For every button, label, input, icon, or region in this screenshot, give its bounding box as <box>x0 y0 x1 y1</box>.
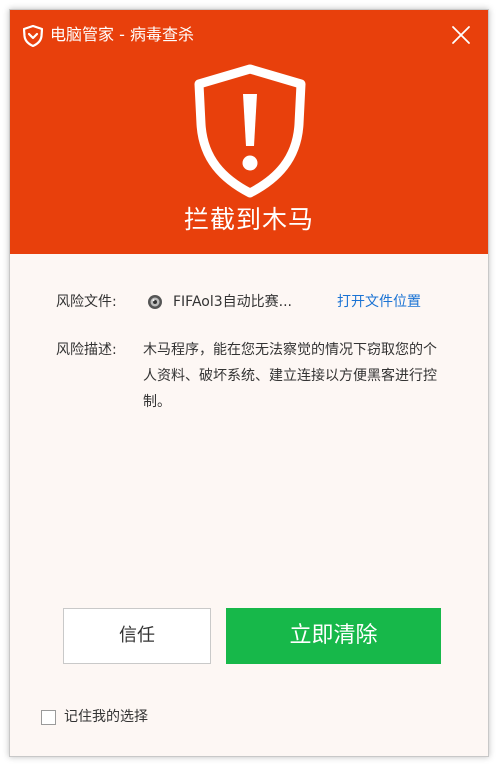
shield-logo-icon <box>23 25 43 47</box>
open-file-location-link[interactable]: 打开文件位置 <box>337 291 421 313</box>
risk-file-label: 风险文件: <box>56 294 117 310</box>
remember-choice-checkbox[interactable] <box>41 710 56 725</box>
shield-exclamation-icon <box>194 64 306 198</box>
clean-now-button[interactable]: 立即清除 <box>226 608 441 664</box>
remember-choice-label[interactable]: 记住我的选择 <box>64 706 148 728</box>
dialog-window: 电脑管家 - 病毒查杀 拦截到木马 风险文件: FIFAol3自动比赛... 打… <box>9 9 489 757</box>
close-icon[interactable] <box>448 22 474 48</box>
risk-description-text: 木马程序，能在您无法察觉的情况下窃取您的个人资料、破坏系统、建立连接以方便黑客进… <box>143 342 437 410</box>
alert-headline: 拦截到木马 <box>183 205 314 234</box>
risk-file-name: FIFAol3自动比赛... <box>173 294 292 310</box>
risk-description-label: 风险描述: <box>56 342 117 358</box>
window-title: 电脑管家 - 病毒查杀 <box>50 25 194 44</box>
alert-header: 电脑管家 - 病毒查杀 拦截到木马 <box>10 10 488 254</box>
trust-button[interactable]: 信任 <box>63 608 211 664</box>
file-icon <box>148 295 162 309</box>
